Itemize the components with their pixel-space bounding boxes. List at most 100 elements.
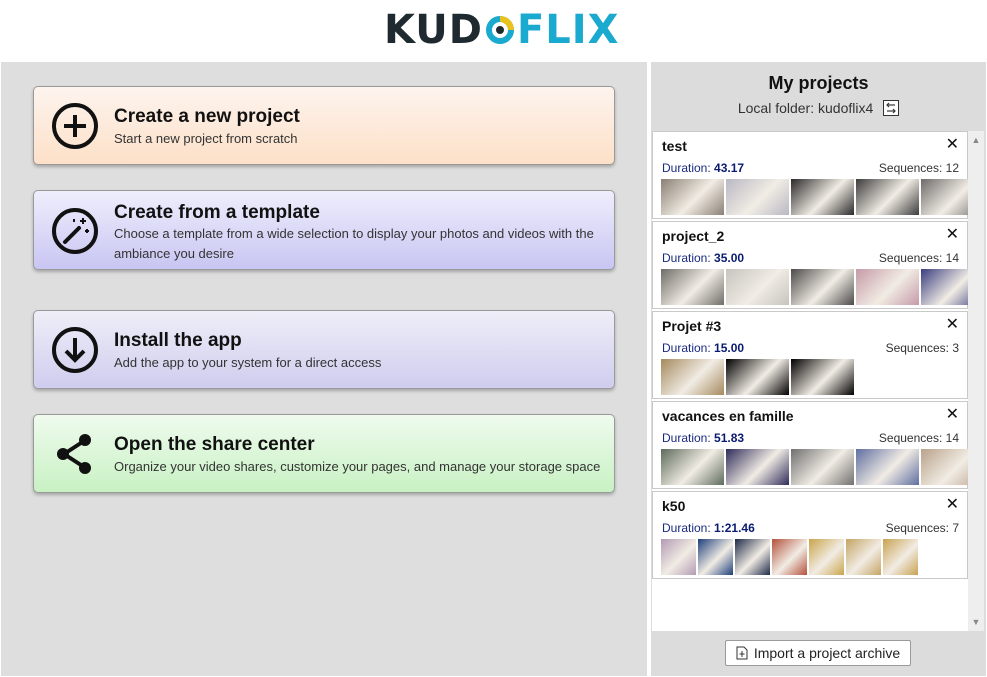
logo-text-end: FLIX — [516, 7, 620, 53]
thumbnail-image — [726, 179, 789, 215]
thumbnail-image — [883, 539, 918, 575]
thumbnail-image — [735, 539, 770, 575]
card-description: Choose a template from a wide selection … — [114, 226, 594, 261]
thumbnail-image — [661, 539, 696, 575]
card-description: Start a new project from scratch — [114, 131, 298, 146]
project-card[interactable]: k50 ✕ Duration: 1:21.46 Sequences: 7 — [652, 491, 968, 579]
thumbnail-image — [921, 179, 968, 215]
thumbnail-image — [791, 449, 854, 485]
thumbnail-image — [791, 269, 854, 305]
thumbnail-image — [726, 449, 789, 485]
thumbnail-image — [726, 269, 789, 305]
duration-label: Duration: — [662, 431, 711, 445]
close-icon[interactable]: ✕ — [946, 314, 959, 334]
close-icon[interactable]: ✕ — [946, 404, 959, 424]
project-duration: Duration: 15.00 — [662, 341, 744, 355]
project-sequences: Sequences: 3 — [886, 341, 959, 355]
thumbnail-image — [661, 449, 724, 485]
open-share-center-button[interactable]: Open the share center Organize your vide… — [33, 414, 615, 493]
card-description: Organize your video shares, customize yo… — [114, 459, 601, 474]
thumbnail-image — [846, 539, 881, 575]
project-card[interactable]: Projet #3 ✕ Duration: 15.00 Sequences: 3 — [652, 311, 968, 399]
project-sequences: Sequences: 14 — [879, 431, 959, 445]
duration-label: Duration: — [662, 341, 711, 355]
thumbnail-image — [809, 539, 844, 575]
thumbnail-image — [921, 269, 968, 305]
card-title: Create a new project — [114, 106, 300, 127]
thumbnail-image — [661, 179, 724, 215]
project-list-scrollbar[interactable]: ▲ ▼ — [968, 131, 984, 631]
thumbnail-image — [921, 449, 968, 485]
project-name: Projet #3 — [662, 318, 722, 334]
projects-title: My projects — [768, 73, 869, 93]
sequences-value: 7 — [952, 521, 959, 535]
duration-label: Duration: — [662, 521, 711, 535]
project-card[interactable]: project_2 ✕ Duration: 35.00 Sequences: 14 — [652, 221, 968, 309]
project-thumbnails — [661, 449, 968, 485]
duration-value: 35.00 — [714, 251, 745, 265]
logo-text-start: KUD — [384, 7, 483, 53]
project-duration: Duration: 43.17 — [662, 161, 744, 175]
close-icon[interactable]: ✕ — [946, 134, 959, 154]
sequences-label: Sequences: — [885, 521, 949, 535]
local-folder-text: Local folder: kudoflix4 — [737, 100, 874, 116]
projects-panel: My projects Local folder: kudoflix4 test… — [651, 62, 986, 676]
import-archive-button[interactable]: Import a project archive — [725, 640, 911, 666]
project-name: vacances en famille — [662, 408, 794, 424]
close-icon[interactable]: ✕ — [946, 224, 959, 244]
sequences-value: 14 — [945, 431, 959, 445]
duration-value: 15.00 — [714, 341, 745, 355]
project-sequences: Sequences: 7 — [886, 521, 959, 535]
plus-circle-icon — [52, 103, 98, 149]
project-thumbnails — [661, 539, 918, 575]
sequences-value: 14 — [945, 251, 959, 265]
thumbnail-image — [791, 359, 854, 395]
project-sequences: Sequences: 14 — [879, 251, 959, 265]
thumbnail-image — [856, 449, 919, 485]
create-from-template-button[interactable]: Create from a template Choose a template… — [33, 190, 615, 270]
project-thumbnails — [661, 179, 968, 215]
thumbnail-image — [698, 539, 733, 575]
thumbnail-image — [856, 179, 919, 215]
card-title: Install the app — [114, 330, 242, 351]
sequences-value: 3 — [952, 341, 959, 355]
project-card[interactable]: test ✕ Duration: 43.17 Sequences: 12 — [652, 131, 968, 219]
sequences-value: 12 — [945, 161, 959, 175]
create-new-project-button[interactable]: Create a new project Start a new project… — [33, 86, 615, 165]
thumbnail-image — [726, 359, 789, 395]
project-duration: Duration: 1:21.46 — [662, 521, 755, 535]
thumbnail-image — [772, 539, 807, 575]
import-archive-label: Import a project archive — [753, 645, 901, 661]
install-app-button[interactable]: Install the app Add the app to your syst… — [33, 310, 615, 389]
duration-label: Duration: — [662, 161, 711, 175]
thumbnail-image — [791, 179, 854, 215]
thumbnail-image — [661, 269, 724, 305]
close-icon[interactable]: ✕ — [946, 494, 959, 514]
project-sequences: Sequences: 12 — [879, 161, 959, 175]
project-list[interactable]: test ✕ Duration: 43.17 Sequences: 12 project… — [652, 131, 968, 631]
actions-panel: Create a new project Start a new project… — [1, 62, 647, 676]
scroll-up-icon[interactable]: ▲ — [968, 133, 984, 147]
sequences-label: Sequences: — [878, 251, 943, 265]
scroll-down-icon[interactable]: ▼ — [968, 615, 984, 629]
logo-ring-icon — [485, 16, 514, 44]
project-duration: Duration: 51.83 — [662, 431, 744, 445]
project-thumbnails — [661, 269, 968, 305]
duration-value: 51.83 — [714, 431, 745, 445]
share-icon — [57, 434, 91, 474]
project-name: test — [662, 138, 687, 154]
thumbnail-image — [661, 359, 724, 395]
download-circle-icon — [52, 327, 98, 373]
sequences-label: Sequences: — [878, 431, 943, 445]
duration-label: Duration: — [662, 251, 711, 265]
magic-wand-icon — [52, 208, 98, 254]
change-folder-icon[interactable] — [883, 100, 900, 116]
card-title: Create from a template — [114, 202, 320, 223]
thumbnail-image — [856, 269, 919, 305]
project-name: k50 — [662, 498, 686, 514]
duration-value: 43.17 — [714, 161, 745, 175]
card-title: Open the share center — [114, 434, 315, 455]
project-card[interactable]: vacances en famille ✕ Duration: 51.83 Seque… — [652, 401, 968, 489]
import-file-icon — [736, 646, 748, 660]
sequences-label: Sequences: — [885, 341, 949, 355]
